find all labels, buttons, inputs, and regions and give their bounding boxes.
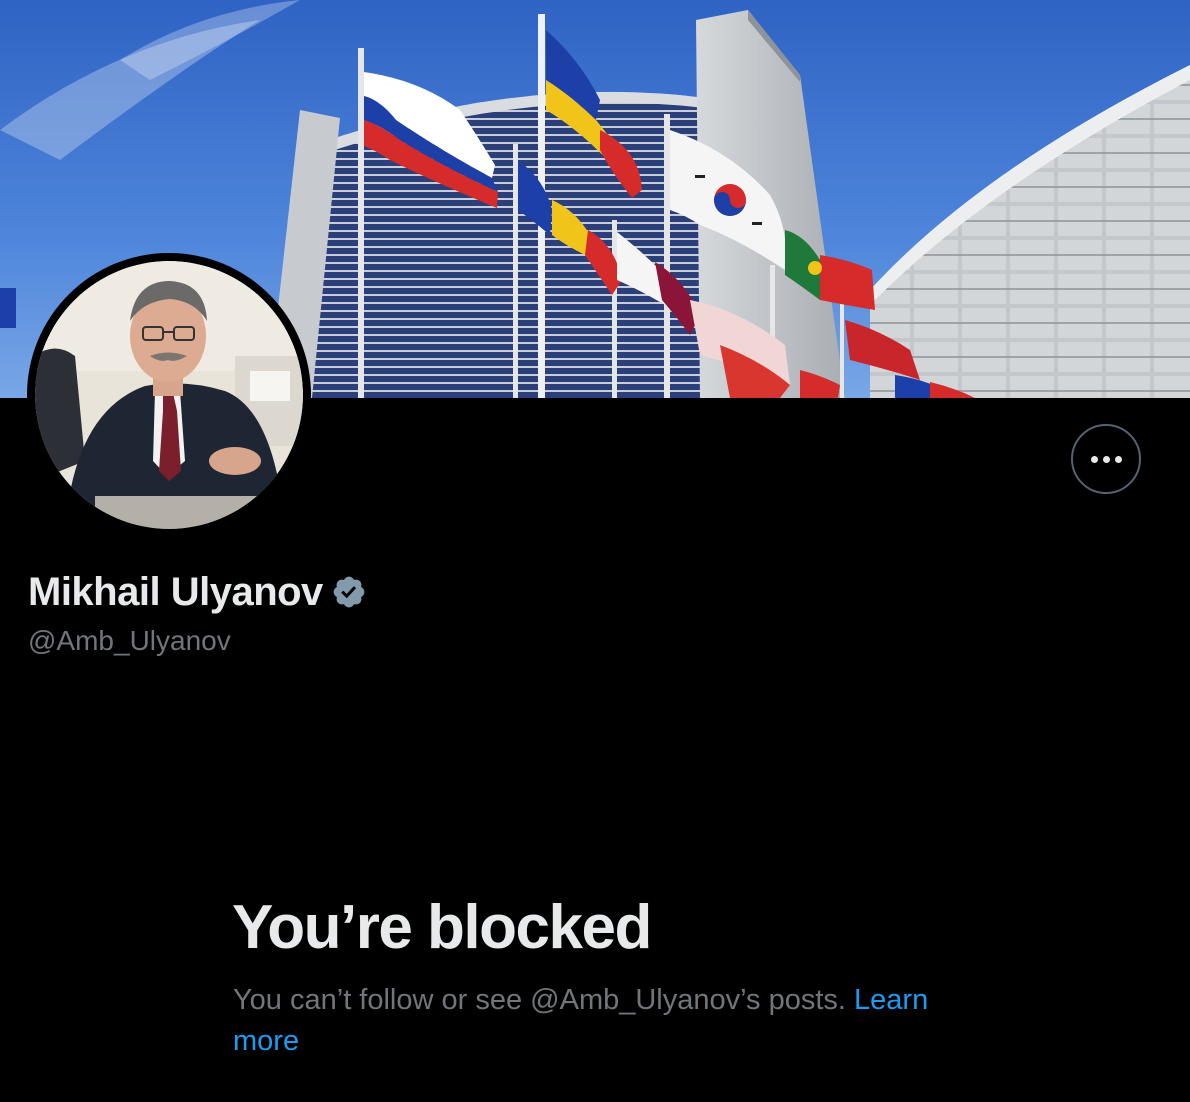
profile-avatar[interactable] [27,253,311,537]
profile-name-row: Mikhail Ulyanov [28,568,367,616]
profile-handle: @Amb_Ulyanov [28,625,231,656]
display-name: Mikhail Ulyanov [28,570,323,614]
verified-badge-icon[interactable] [331,574,367,610]
blocked-title: You’re blocked [232,893,652,962]
avatar-photo [35,261,303,529]
blocked-message-text: You can’t follow or see @Amb_Ulyanov’s p… [233,984,846,1016]
more-horizontal-icon [1088,455,1124,463]
blocked-message: You can’t follow or see @Amb_Ulyanov’s p… [233,980,973,1062]
more-options-button[interactable] [1071,424,1141,494]
